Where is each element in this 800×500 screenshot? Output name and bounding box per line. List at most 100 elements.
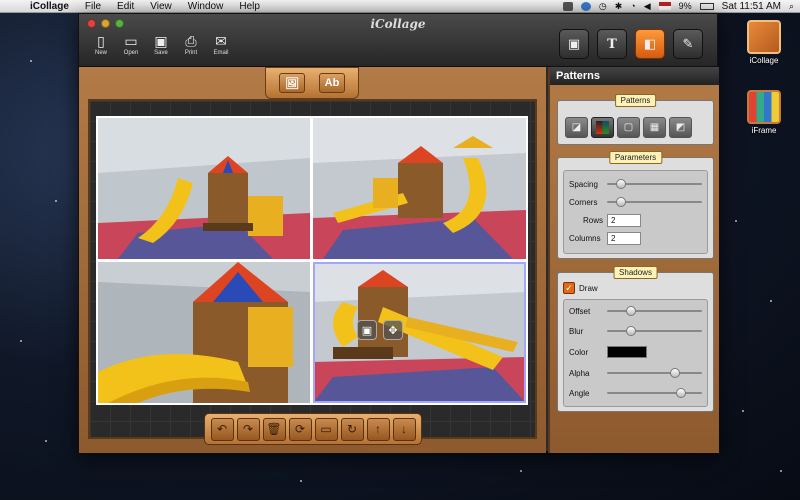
tool-label: Open (123, 50, 139, 56)
email-button[interactable]: ✉ Email (209, 32, 233, 57)
rotate-button[interactable]: ↻ (340, 417, 364, 441)
new-button[interactable]: ▯ New (89, 32, 113, 57)
spotlight-icon[interactable]: ⌕ (789, 1, 794, 12)
pattern-grid[interactable] (591, 117, 614, 138)
collage-photo-1[interactable] (98, 118, 310, 259)
corners-label: Corners (569, 197, 598, 207)
alpha-row: Alpha (569, 366, 702, 380)
move-photo-button[interactable]: ✥ (383, 320, 403, 340)
freeform-pattern-icon: ◪ (571, 122, 582, 133)
status-area: ◷ ✱ ◔ ◀ 9% Sat 11:51 AM ⌕ (562, 1, 800, 12)
mosaic-pattern-icon: ▦ (649, 122, 660, 133)
menu-edit[interactable]: Edit (109, 0, 142, 13)
blur-row: Blur (569, 324, 702, 338)
offset-label: Offset (569, 306, 591, 316)
spacing-slider-knob[interactable] (616, 179, 627, 189)
add-bar: 🖼 Ab (265, 67, 359, 99)
pattern-single[interactable]: ▢ (617, 117, 640, 138)
pattern-freeform[interactable]: ◪ (565, 117, 588, 138)
add-text-icon: Ab (324, 77, 340, 89)
flag-icon[interactable] (658, 2, 671, 10)
alpha-slider-knob[interactable] (670, 368, 681, 378)
single-pattern-icon: ▢ (623, 122, 634, 133)
tab-image-mode[interactable]: ▣ (559, 29, 589, 59)
menu-app-name[interactable]: iCollage (22, 0, 77, 13)
tab-layout-mode[interactable]: ◧ (635, 29, 665, 59)
delete-button[interactable]: 🗑 (262, 417, 286, 441)
rows-input[interactable]: 2 (607, 213, 641, 227)
save-button[interactable]: ▣ Save (149, 32, 173, 57)
corners-slider-knob[interactable] (616, 197, 627, 207)
open-button[interactable]: ▭ Open (119, 32, 143, 57)
draw-shadow-checkbox[interactable]: ✓ (563, 282, 575, 294)
scatter-pattern-icon: ◩ (675, 122, 686, 133)
shadows-box: Offset Blur Color Alpha Angle (563, 299, 708, 407)
playground-photo-3 (98, 262, 310, 403)
redo-button[interactable]: ↷ (236, 417, 260, 441)
desktop-icon-label: iCollage (749, 56, 779, 65)
angle-slider[interactable] (607, 388, 702, 398)
tab-text-mode[interactable]: T (597, 29, 627, 59)
print-button[interactable]: ⎙ Print (179, 32, 203, 57)
alpha-label: Alpha (569, 368, 590, 378)
spacing-row: Spacing (569, 177, 702, 191)
status-app-icon[interactable] (562, 1, 573, 11)
desktop-icon-iframe[interactable]: iFrame (734, 90, 794, 135)
pattern-scatter[interactable]: ◩ (669, 117, 692, 138)
time-machine-icon[interactable]: ◷ (599, 1, 607, 12)
image-mode-icon: ▣ (567, 36, 581, 51)
pattern-mosaic[interactable]: ▦ (643, 117, 666, 138)
color-row: Color (569, 345, 702, 359)
blur-slider-knob[interactable] (625, 326, 636, 336)
draw-row: ✓ Draw (563, 281, 708, 295)
bring-forward-button[interactable]: ↑ (366, 417, 390, 441)
collage-photo-4[interactable]: ▣ ✥ (313, 262, 526, 403)
battery-icon[interactable] (699, 2, 714, 10)
clock[interactable]: Sat 11:51 AM (722, 1, 781, 12)
rows-row: Rows 2 (569, 213, 702, 227)
fit-icon: ▭ (320, 422, 332, 436)
add-image-button[interactable]: 🖼 (279, 73, 305, 93)
photo-overlay-tools: ▣ ✥ (357, 320, 403, 340)
columns-row: Columns 2 (569, 231, 702, 245)
offset-slider-knob[interactable] (625, 306, 636, 316)
desktop-icon-icollage[interactable]: iCollage (734, 20, 794, 65)
icollage-app-icon (747, 20, 781, 54)
battery-text[interactable]: 9% (679, 1, 692, 11)
refresh-button[interactable]: ⟳ (288, 417, 312, 441)
iframe-app-icon (747, 90, 781, 124)
menu-view[interactable]: View (142, 0, 180, 13)
rotate-icon: ↻ (346, 422, 358, 436)
volume-icon[interactable]: ◀ (644, 1, 651, 12)
bluetooth-icon[interactable]: ✱ (615, 1, 623, 12)
tab-tools-mode[interactable]: ✎ (673, 29, 703, 59)
shadow-color-well[interactable] (607, 346, 647, 358)
wifi-icon[interactable]: ◔ (630, 1, 635, 11)
collage[interactable]: ▣ ✥ (96, 116, 528, 405)
bottom-toolbar: ↶ ↷ 🗑 ⟳ ▭ ↻ ↑ ↓ (204, 413, 422, 445)
offset-slider[interactable] (607, 306, 702, 316)
add-text-button[interactable]: Ab (319, 73, 345, 93)
menu-help[interactable]: Help (231, 0, 268, 13)
collage-photo-3[interactable] (98, 262, 310, 403)
corners-slider[interactable] (607, 197, 702, 207)
menu-window[interactable]: Window (180, 0, 232, 13)
status-globe-icon[interactable] (580, 1, 591, 11)
tool-label: Save (154, 50, 168, 56)
playground-photo-1 (98, 118, 310, 259)
alpha-slider[interactable] (607, 368, 702, 378)
menu-file[interactable]: File (77, 0, 109, 13)
spacing-slider[interactable] (607, 179, 702, 189)
angle-slider-knob[interactable] (676, 388, 687, 398)
blur-slider[interactable] (607, 326, 702, 336)
text-mode-icon: T (607, 36, 617, 52)
collage-photo-2[interactable] (313, 118, 526, 259)
spacing-label: Spacing (569, 179, 598, 189)
refresh-icon: ⟳ (294, 422, 306, 436)
fit-button[interactable]: ▭ (314, 417, 338, 441)
parameters-label: Parameters (608, 151, 663, 164)
replace-photo-button[interactable]: ▣ (357, 320, 377, 340)
columns-input[interactable]: 2 (607, 231, 641, 245)
send-backward-button[interactable]: ↓ (392, 417, 416, 441)
undo-button[interactable]: ↶ (210, 417, 234, 441)
